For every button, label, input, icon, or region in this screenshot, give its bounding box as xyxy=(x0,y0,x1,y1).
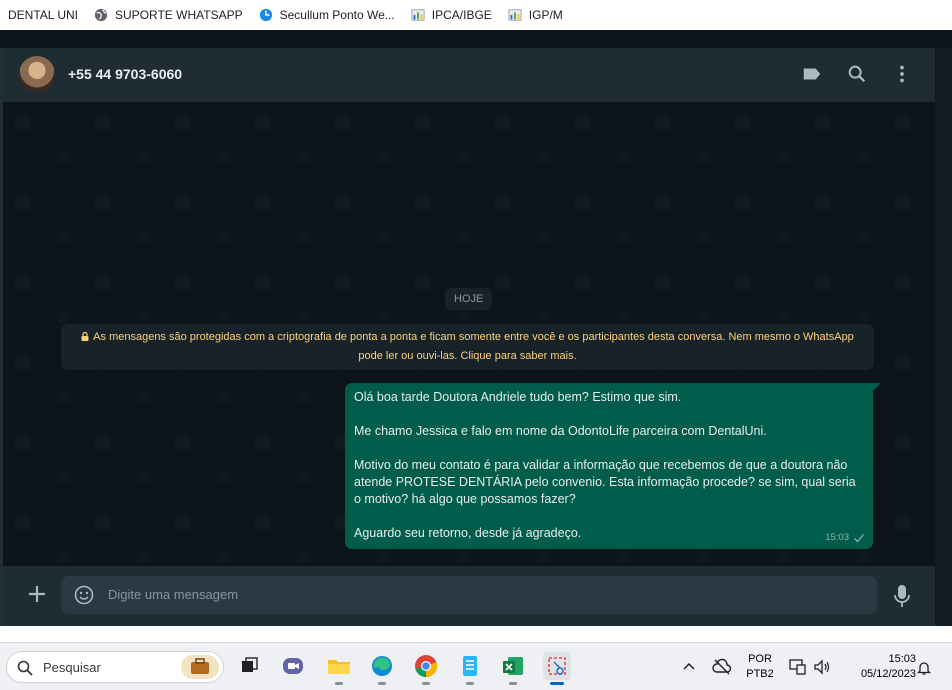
clock-date: 05/12/2023 xyxy=(860,668,916,680)
attach-plus-icon[interactable] xyxy=(25,582,49,606)
chevron-up-icon[interactable] xyxy=(682,661,696,671)
globe-icon xyxy=(94,8,108,22)
microphone-icon[interactable] xyxy=(893,584,911,608)
search-icon[interactable] xyxy=(846,63,868,85)
date-divider: HOJE xyxy=(445,288,493,310)
avatar[interactable] xyxy=(19,56,55,92)
message-input[interactable]: Digite uma mensagem xyxy=(61,576,877,614)
message-paragraph: Me chamo Jessica e falo em nome da Odont… xyxy=(354,424,767,438)
notepad-icon[interactable] xyxy=(456,652,484,685)
bookmark-label: Secullum Ponto We... xyxy=(279,8,395,22)
encryption-notice[interactable]: As mensagens são protegidas com a cripto… xyxy=(61,324,874,370)
whatsapp-chat-panel: +55 44 9703-6060 HOJE As mensagens são p… xyxy=(3,48,935,626)
bookmark-suporte-whatsapp[interactable]: SUPORTE WHATSAPP xyxy=(94,8,243,22)
message-list[interactable]: HOJE As mensagens são protegidas com a c… xyxy=(3,102,935,566)
encryption-notice-text: As mensagens são protegidas com a cripto… xyxy=(93,331,854,362)
taskbar-search[interactable]: Pesquisar xyxy=(6,651,224,683)
task-view-icon[interactable] xyxy=(236,652,264,680)
running-indicator xyxy=(378,682,386,685)
single-check-icon xyxy=(854,533,864,542)
edge-icon[interactable] xyxy=(368,652,396,685)
clock[interactable]: 15:03 05/12/2023 xyxy=(840,652,916,682)
running-indicator xyxy=(335,682,343,685)
teams-chat-icon[interactable] xyxy=(279,652,307,680)
message-paragraph: Aguardo seu retorno, desde já agradeço. xyxy=(354,526,582,540)
bookmark-ipca-ibge[interactable]: IPCA/IBGE xyxy=(411,8,492,22)
window-backdrop xyxy=(0,30,952,48)
message-input-placeholder: Digite uma mensagem xyxy=(108,587,239,602)
running-indicator xyxy=(422,682,430,685)
cloud-offline-icon[interactable] xyxy=(712,658,732,676)
taskbar-search-label: Pesquisar xyxy=(43,660,101,675)
briefcase-icon xyxy=(181,655,219,679)
contact-name[interactable]: +55 44 9703-6060 xyxy=(68,66,182,82)
language-line2: PTB2 xyxy=(746,668,774,680)
running-indicator xyxy=(466,682,474,685)
bubble-tail xyxy=(872,383,881,392)
file-explorer-icon[interactable] xyxy=(325,652,353,685)
language-indicator[interactable]: POR PTB2 xyxy=(744,652,776,682)
bookmark-label: IPCA/IBGE xyxy=(431,8,492,22)
snipping-tool-icon[interactable] xyxy=(543,652,571,685)
message-paragraph: Motivo do meu contato é para validar a i… xyxy=(354,458,856,506)
emoji-icon[interactable] xyxy=(74,585,94,605)
bookmarks-bar: DENTAL UNI SUPORTE WHATSAPP Secullum Pon… xyxy=(0,0,952,30)
window-right-edge xyxy=(935,48,952,626)
label-icon[interactable] xyxy=(801,63,823,85)
bookmark-label: DENTAL UNI xyxy=(8,8,79,22)
search-icon xyxy=(17,660,33,676)
clock-time: 15:03 xyxy=(888,653,916,665)
message-meta: 15:03 xyxy=(825,529,865,546)
bookmark-secullum[interactable]: Secullum Ponto We... xyxy=(259,8,395,22)
lock-icon xyxy=(81,332,89,341)
volume-icon[interactable] xyxy=(813,658,831,676)
ibge-icon xyxy=(508,9,522,21)
message-time: 15:03 xyxy=(825,532,849,543)
running-indicator xyxy=(550,682,564,685)
bookmark-label: SUPORTE WHATSAPP xyxy=(115,8,243,22)
chrome-icon[interactable] xyxy=(412,652,440,685)
bookmark-dental-uni[interactable]: DENTAL UNI xyxy=(8,8,78,22)
menu-icon[interactable] xyxy=(891,63,913,85)
excel-icon[interactable] xyxy=(499,652,527,685)
secullum-icon xyxy=(259,8,272,22)
outgoing-message[interactable]: Olá boa tarde Doutora Andriele tudo bem?… xyxy=(345,383,881,549)
bookmark-igp-m[interactable]: IGP/M xyxy=(508,8,563,22)
network-icon[interactable] xyxy=(789,658,807,676)
chat-header[interactable]: +55 44 9703-6060 xyxy=(3,48,935,102)
bookmark-label: IGP/M xyxy=(528,8,563,22)
language-line1: POR xyxy=(748,653,772,665)
message-paragraph: Olá boa tarde Doutora Andriele tudo bem?… xyxy=(354,390,682,404)
running-indicator xyxy=(509,682,517,685)
notification-bell-icon[interactable] xyxy=(917,660,931,676)
ibge-icon xyxy=(411,9,425,21)
compose-bar: Digite uma mensagem xyxy=(3,566,935,626)
taskbar: Pesquisar POR PTB2 15:03 05/12/2023 xyxy=(0,642,952,690)
